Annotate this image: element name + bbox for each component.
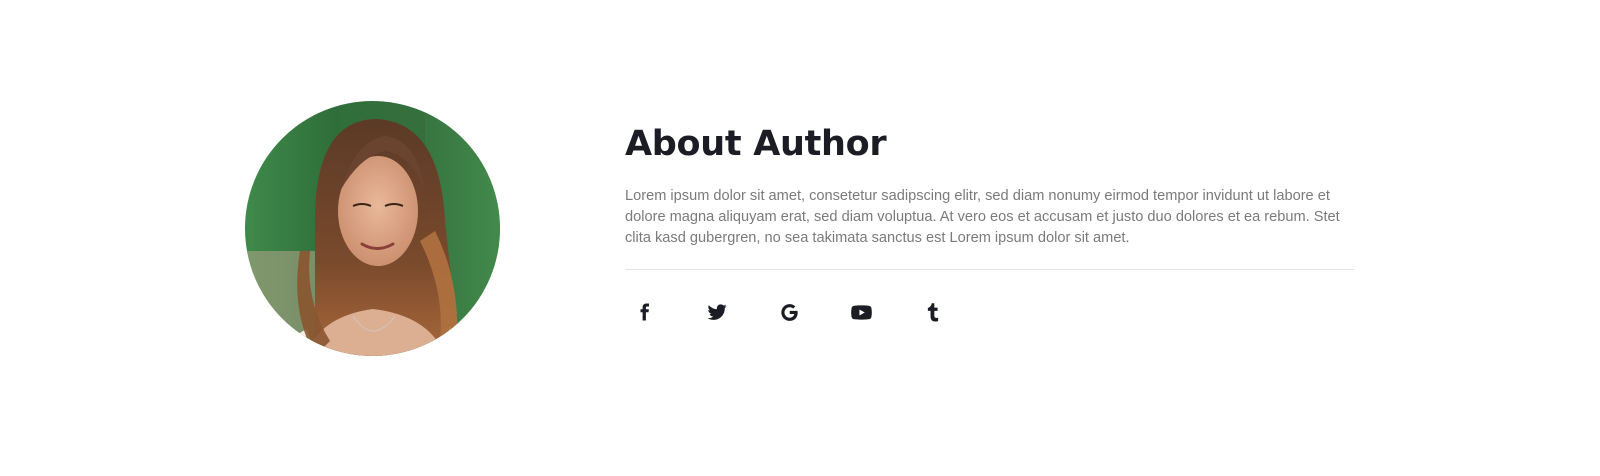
youtube-icon bbox=[850, 304, 872, 320]
about-author-section: About Author Lorem ipsum dolor sit amet,… bbox=[0, 0, 1600, 476]
section-title: About Author bbox=[625, 124, 887, 164]
twitter-icon bbox=[707, 303, 727, 320]
facebook-link[interactable] bbox=[633, 300, 657, 324]
google-link[interactable] bbox=[777, 300, 801, 324]
author-avatar bbox=[245, 101, 500, 356]
youtube-link[interactable] bbox=[849, 300, 873, 324]
tumblr-link[interactable] bbox=[921, 300, 945, 324]
google-icon bbox=[780, 303, 798, 321]
twitter-link[interactable] bbox=[705, 300, 729, 324]
facebook-icon bbox=[640, 303, 649, 321]
tumblr-icon bbox=[927, 302, 939, 322]
divider bbox=[625, 269, 1355, 270]
social-links bbox=[625, 300, 1355, 324]
author-bio: Lorem ipsum dolor sit amet, consetetur s… bbox=[625, 188, 1340, 246]
author-content: About Author Lorem ipsum dolor sit amet,… bbox=[625, 118, 1355, 324]
